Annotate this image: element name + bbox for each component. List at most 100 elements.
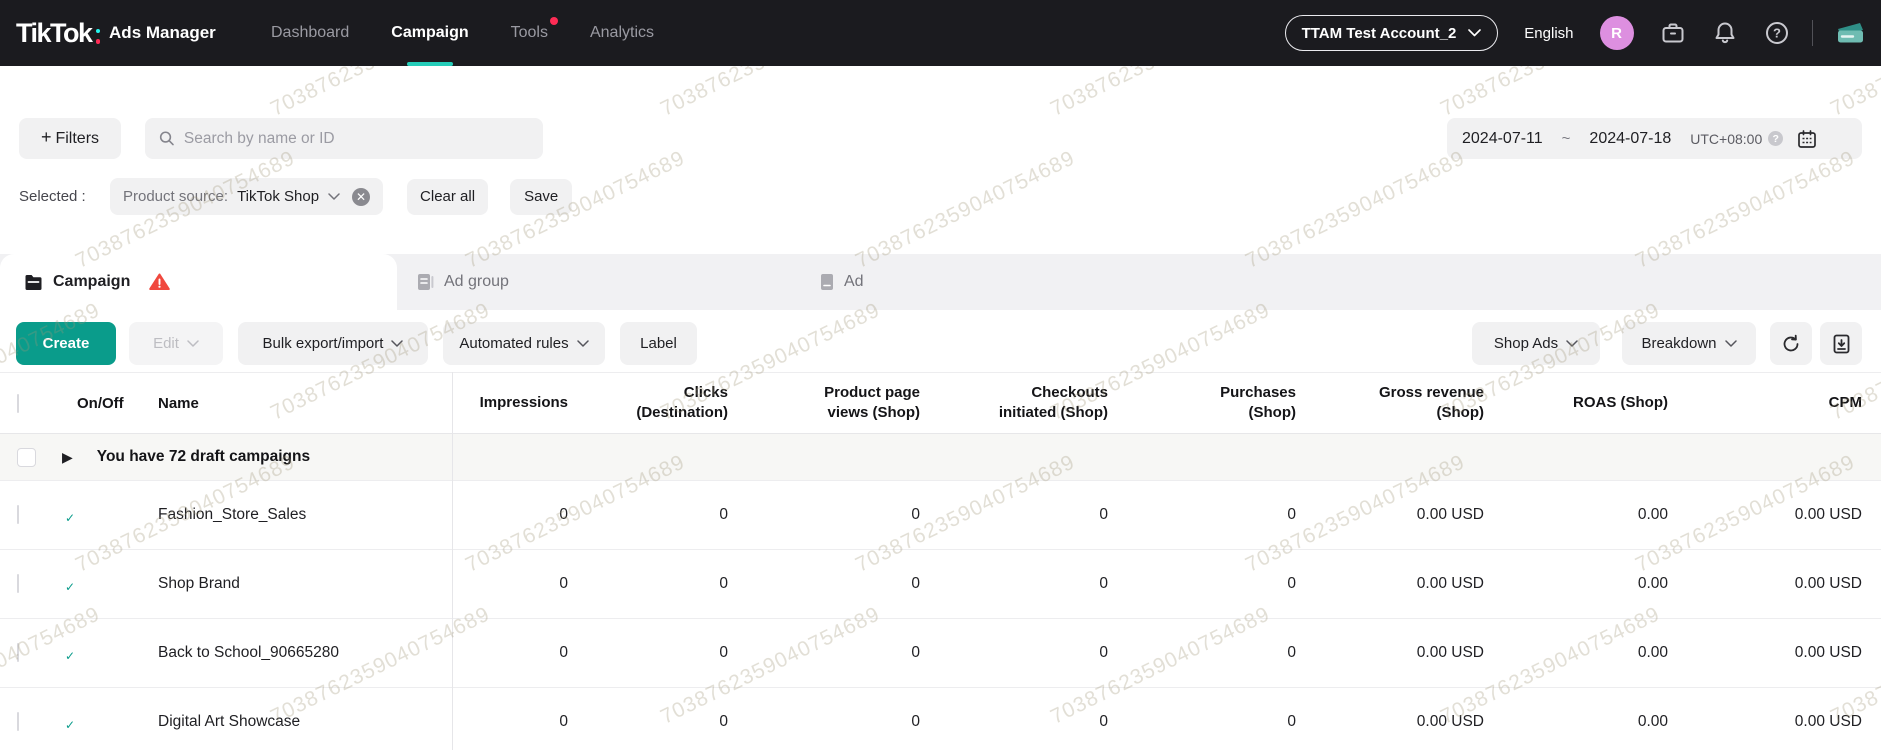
- export-button[interactable]: [1820, 322, 1862, 365]
- account-selector[interactable]: TTAM Test Account_2: [1285, 15, 1499, 51]
- breakdown-dropdown[interactable]: Breakdown: [1622, 322, 1756, 365]
- remove-filter-icon[interactable]: ✕: [352, 188, 370, 206]
- export-file-icon: [1832, 334, 1851, 354]
- campaign-name[interactable]: Fashion_Store_Sales: [136, 506, 452, 524]
- column-header-impressions[interactable]: Impressions: [452, 393, 568, 413]
- folder-icon: [24, 274, 43, 291]
- chevron-down-icon: [1725, 340, 1737, 348]
- campaign-name[interactable]: Back to School_90665280: [136, 644, 452, 662]
- impressions-value: 0: [452, 505, 568, 526]
- product-page-views-value: 0: [728, 712, 920, 733]
- table-row[interactable]: ✓ Back to School_90665280 0 0 0 0 0 0.00…: [0, 619, 1881, 688]
- product-page-views-value: 0: [728, 574, 920, 595]
- edit-button[interactable]: Edit: [129, 322, 223, 365]
- column-header-name[interactable]: Name: [136, 395, 452, 412]
- table-row[interactable]: ✓ Fashion_Store_Sales 0 0 0 0 0 0.00 USD…: [0, 481, 1881, 550]
- page-content: +Filters 2024-07-11 ~ 2024-07-18 UTC+08:…: [0, 66, 1881, 750]
- logo-wordmark: TikTok: [16, 18, 92, 49]
- help-icon[interactable]: ?: [1764, 20, 1790, 46]
- warning-icon[interactable]: [149, 273, 170, 291]
- filters-button[interactable]: +Filters: [19, 118, 121, 159]
- column-header-gross-revenue[interactable]: Gross revenue (Shop): [1296, 383, 1484, 424]
- main-nav: Dashboard Campaign Tools Analytics: [271, 0, 654, 66]
- nav-item-dashboard[interactable]: Dashboard: [271, 0, 349, 66]
- column-header-cpm[interactable]: CPM: [1668, 393, 1862, 413]
- tab-campaign[interactable]: Campaign: [0, 254, 397, 310]
- refresh-icon: [1781, 334, 1801, 354]
- table-row[interactable]: ✓ Shop Brand 0 0 0 0 0 0.00 USD 0.00 0.0…: [0, 550, 1881, 619]
- filter-chip-product-source[interactable]: Product source: TikTok Shop ✕: [110, 178, 383, 215]
- chevron-down-icon: [1566, 340, 1578, 348]
- column-header-product-page-views[interactable]: Product page views (Shop): [728, 383, 920, 424]
- column-header-roas[interactable]: ROAS (Shop): [1484, 393, 1668, 413]
- timezone-help-icon[interactable]: ?: [1768, 131, 1783, 146]
- cpm-value: 0.00 USD: [1668, 505, 1862, 526]
- date-separator: ~: [1562, 130, 1571, 147]
- gross-revenue-value: 0.00 USD: [1296, 574, 1484, 595]
- language-selector[interactable]: English: [1524, 25, 1573, 42]
- nav-item-analytics[interactable]: Analytics: [590, 0, 654, 66]
- cpm-value: 0.00 USD: [1668, 643, 1862, 664]
- column-header-checkouts[interactable]: Checkouts initiated (Shop): [920, 383, 1108, 424]
- row-checkbox[interactable]: [17, 574, 19, 593]
- timezone-label: UTC+08:00: [1690, 131, 1762, 147]
- impressions-value: 0: [452, 643, 568, 664]
- shop-ads-dropdown[interactable]: Shop Ads: [1472, 322, 1600, 365]
- toggle-check-icon: ✓: [60, 577, 80, 597]
- search-box: [145, 118, 543, 159]
- plus-icon: +: [41, 127, 52, 148]
- bell-icon[interactable]: [1712, 20, 1738, 46]
- product-page-views-value: 0: [728, 505, 920, 526]
- draft-campaigns-row[interactable]: ▶ You have 72 draft campaigns: [0, 434, 1881, 481]
- coupon-icon[interactable]: [1833, 20, 1867, 47]
- clear-all-button[interactable]: Clear all: [407, 179, 488, 215]
- column-header-purchases[interactable]: Purchases (Shop): [1108, 383, 1296, 424]
- bulk-export-import-button[interactable]: Bulk export/import: [238, 322, 428, 365]
- checkouts-value: 0: [920, 643, 1108, 664]
- label-button[interactable]: Label: [620, 322, 697, 365]
- nav-item-tools[interactable]: Tools: [511, 0, 548, 66]
- save-button[interactable]: Save: [510, 179, 572, 215]
- date-start: 2024-07-11: [1462, 130, 1543, 148]
- tab-ad-group[interactable]: Ad group: [417, 254, 509, 310]
- chevron-down-icon: [577, 340, 589, 348]
- automated-rules-button[interactable]: Automated rules: [443, 322, 605, 365]
- draft-row-checkbox[interactable]: [17, 448, 36, 467]
- column-header-clicks[interactable]: Clicks (Destination): [568, 383, 728, 424]
- impressions-value: 0: [452, 712, 568, 733]
- roas-value: 0.00: [1484, 574, 1668, 595]
- purchases-value: 0: [1108, 643, 1296, 664]
- row-checkbox[interactable]: [17, 643, 19, 662]
- tab-ad[interactable]: Ad: [820, 254, 864, 310]
- table-header-row: On/Off Name Impressions Clicks (Destinat…: [0, 372, 1881, 434]
- top-navbar: TikTok Ads Manager Dashboard Campaign To…: [0, 0, 1881, 66]
- campaign-name[interactable]: Digital Art Showcase: [136, 713, 452, 731]
- create-button[interactable]: Create: [16, 322, 116, 365]
- date-end: 2024-07-18: [1589, 130, 1671, 148]
- avatar[interactable]: R: [1600, 16, 1634, 50]
- logo-colon-icon: [96, 29, 101, 44]
- clicks-value: 0: [568, 643, 728, 664]
- draft-notice: You have 72 draft campaigns: [97, 448, 310, 466]
- campaign-name[interactable]: Shop Brand: [136, 575, 452, 593]
- table-toolbar: Create Edit Bulk export/import Automated…: [16, 322, 1862, 365]
- expand-caret-icon[interactable]: ▶: [62, 449, 73, 466]
- toggle-check-icon: ✓: [60, 715, 80, 735]
- business-center-icon[interactable]: [1660, 20, 1686, 46]
- roas-value: 0.00: [1484, 505, 1668, 526]
- toggle-check-icon: ✓: [60, 508, 80, 528]
- table-row[interactable]: ✓ Digital Art Showcase 0 0 0 0 0 0.00 US…: [0, 688, 1881, 750]
- row-checkbox[interactable]: [17, 712, 19, 731]
- refresh-button[interactable]: [1770, 322, 1812, 365]
- gross-revenue-value: 0.00 USD: [1296, 505, 1484, 526]
- row-checkbox[interactable]: [17, 505, 19, 524]
- date-range-picker[interactable]: 2024-07-11 ~ 2024-07-18 UTC+08:00 ?: [1447, 118, 1862, 159]
- navbar-divider: [1812, 20, 1814, 46]
- selected-label: Selected :: [19, 188, 95, 205]
- nav-item-campaign[interactable]: Campaign: [391, 0, 468, 66]
- account-name: TTAM Test Account_2: [1302, 25, 1457, 42]
- search-input[interactable]: [184, 130, 529, 148]
- column-header-on-off[interactable]: On/Off: [60, 395, 136, 412]
- select-all-checkbox[interactable]: [17, 394, 19, 413]
- tiktok-logo[interactable]: TikTok Ads Manager: [16, 0, 216, 66]
